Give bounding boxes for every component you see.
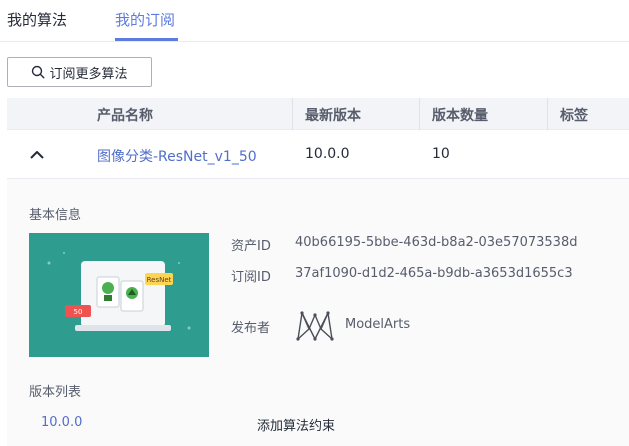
modelarts-logo-icon (296, 311, 334, 341)
subscription-id-value: 37af1090-d1d2-465a-b9db-a3653d1655c3 (295, 266, 573, 281)
tab-my-subscriptions[interactable]: 我的订阅 (115, 9, 175, 30)
tab-bar: 我的算法 我的订阅 (0, 0, 629, 42)
thumbnail-tag: 50 (74, 308, 83, 316)
column-divider (419, 98, 420, 130)
column-divider (547, 98, 548, 130)
column-header-product-name[interactable]: 产品名称 (97, 105, 153, 125)
publisher-name: ModelArts (345, 317, 411, 332)
table-header: 产品名称 最新版本 版本数量 标签 (7, 98, 629, 130)
active-tab-indicator (115, 38, 178, 41)
basic-info-title: 基本信息 (29, 208, 82, 223)
table-row: 图像分类-ResNet_v1_50 10.0.0 10 (7, 130, 629, 179)
column-header-tags[interactable]: 标签 (560, 105, 588, 125)
tab-my-algorithms[interactable]: 我的算法 (7, 9, 67, 30)
column-header-version-count[interactable]: 版本数量 (432, 105, 488, 125)
search-icon (32, 65, 45, 79)
add-algorithm-constraint-button[interactable]: 添加算法约束 (257, 415, 335, 434)
asset-id-value: 40b66195-5bbe-463d-b8a2-03e57073538d (295, 235, 578, 250)
chevron-up-icon[interactable] (29, 147, 45, 161)
thumbnail-badge: ResNet (147, 276, 172, 284)
asset-id-label: 资产ID (231, 239, 271, 254)
column-header-latest-version[interactable]: 最新版本 (305, 105, 361, 125)
subscription-id-label: 订阅ID (231, 270, 271, 285)
algorithm-thumbnail: ResNet 50 (29, 233, 209, 357)
version-count-cell: 10 (432, 146, 450, 162)
expanded-detail-panel: 基本信息 ResNet 50 资产ID 40b66195-5bbe-463d-b… (7, 179, 629, 446)
subscribe-more-button[interactable]: 订阅更多算法 (7, 57, 152, 87)
thumbnail-illustration: ResNet 50 (47, 252, 191, 331)
subscribe-more-label: 订阅更多算法 (49, 66, 128, 82)
publisher-label: 发布者 (231, 321, 271, 336)
version-item-link[interactable]: 10.0.0 (41, 415, 82, 430)
version-list-title: 版本列表 (29, 385, 82, 400)
column-divider (292, 98, 293, 130)
product-name-link[interactable]: 图像分类-ResNet_v1_50 (97, 146, 257, 166)
latest-version-cell: 10.0.0 (305, 146, 350, 162)
